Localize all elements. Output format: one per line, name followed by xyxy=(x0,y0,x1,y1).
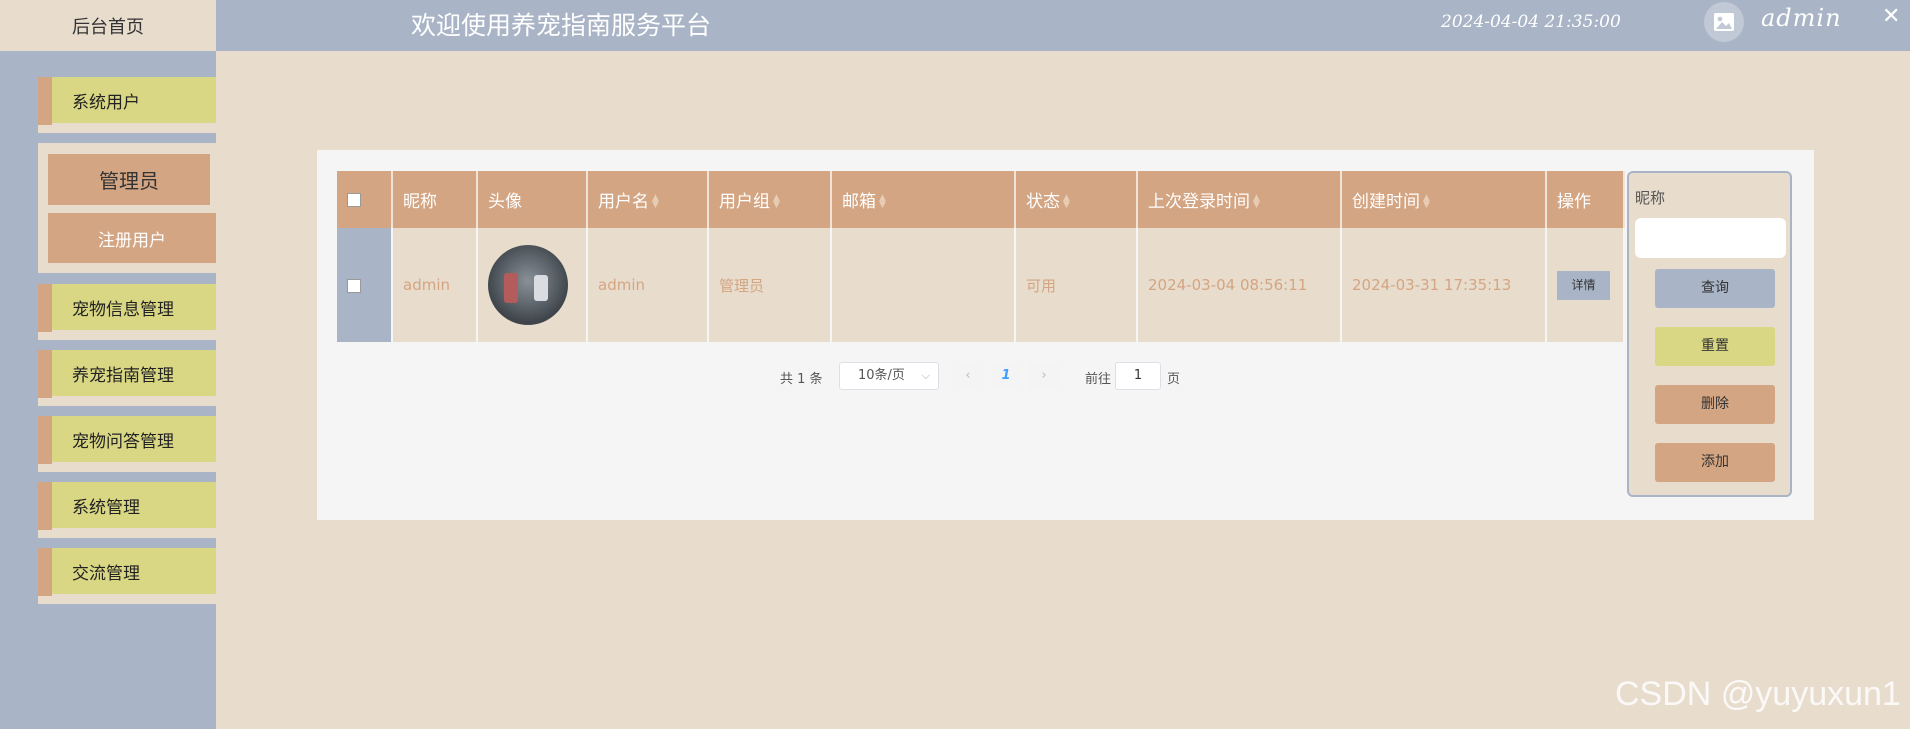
nickname-search-input[interactable] xyxy=(1635,218,1786,258)
cell-last-login: 2024-03-04 08:56:11 xyxy=(1137,228,1342,342)
cell-action: 详情 xyxy=(1546,228,1625,342)
column-header: 头像 xyxy=(477,171,588,228)
query-button[interactable]: 查询 xyxy=(1655,269,1775,308)
sidebar-item-label: 系统管理 xyxy=(52,482,216,528)
close-icon[interactable]: ✕ xyxy=(1882,4,1900,29)
column-header[interactable]: 用户名 ▲ ▼ xyxy=(587,171,709,228)
sidebar-item-system-users[interactable]: 系统用户 xyxy=(38,77,216,133)
sidebar-item-system-manage[interactable]: 系统管理 xyxy=(38,482,216,538)
sort-icon[interactable]: ▲ ▼ xyxy=(879,194,886,210)
sort-icon[interactable]: ▲ ▼ xyxy=(773,194,780,210)
home-link[interactable]: 后台首页 xyxy=(0,0,216,51)
sidebar-item-label: 系统用户 xyxy=(52,77,216,123)
column-header[interactable]: 用户组 ▲ ▼ xyxy=(708,171,832,228)
image-icon[interactable] xyxy=(1704,2,1744,42)
cell-avatar xyxy=(477,228,588,342)
top-bar: 欢迎使用养宠指南服务平台 2024-04-04 21:35:00 admin ✕ xyxy=(216,0,1910,51)
column-header[interactable]: 创建时间 ▲ ▼ xyxy=(1341,171,1547,228)
row-checkbox-cell xyxy=(337,228,393,342)
goto-page-input[interactable]: 1 xyxy=(1115,362,1161,390)
sidebar-item-label: 宠物问答管理 xyxy=(52,416,216,462)
sort-icon[interactable]: ▲ ▼ xyxy=(1423,194,1430,210)
watermark: CSDN @yuyuxun1 xyxy=(1615,675,1901,713)
sidebar-item-label: 交流管理 xyxy=(52,548,216,594)
delete-button[interactable]: 删除 xyxy=(1655,385,1775,424)
detail-button[interactable]: 详情 xyxy=(1557,270,1610,300)
column-header: 昵称 xyxy=(392,171,478,228)
cell-username: admin xyxy=(587,228,709,342)
chevron-down-icon: ⌵ xyxy=(921,369,930,382)
search-panel: 昵称 查询 重置 删除 添加 xyxy=(1627,171,1792,497)
prev-page-button[interactable]: ‹ xyxy=(953,362,983,390)
current-datetime: 2024-04-04 21:35:00 xyxy=(1441,12,1621,32)
page-number[interactable]: 1 xyxy=(991,362,1021,390)
goto-label: 前往 xyxy=(1085,372,1112,387)
content-panel: 昵称 头像 用户名 ▲ ▼ 用户组 ▲ ▼ 邮箱 ▲ ▼ 状态 ▲ ▼ 上次登录时间 ▲ ▼ 创建时… xyxy=(317,150,1814,520)
cell-email xyxy=(831,228,1016,342)
sidebar-subitem-admin[interactable]: 管理员 xyxy=(48,154,210,205)
add-button[interactable]: 添加 xyxy=(1655,443,1775,482)
nickname-label: 昵称 xyxy=(1635,189,1666,207)
sidebar-item-pet-info[interactable]: 宠物信息管理 xyxy=(38,284,216,340)
row-checkbox[interactable] xyxy=(347,278,361,293)
username[interactable]: admin xyxy=(1761,4,1842,32)
page-size-select[interactable]: 10条/页 ⌵ xyxy=(839,362,939,390)
column-header[interactable]: 状态 ▲ ▼ xyxy=(1015,171,1138,228)
cell-created: 2024-03-31 17:35:13 xyxy=(1341,228,1547,342)
pagination-total: 共 1 条 xyxy=(780,372,823,387)
sidebar-subitem-registered-users[interactable]: 注册用户 xyxy=(48,213,216,263)
page-suffix: 页 xyxy=(1167,372,1181,387)
sidebar-item-exchange-manage[interactable]: 交流管理 xyxy=(38,548,216,604)
table-row[interactable]: admin admin 管理员 可用 2024-03-04 08:56:11 2… xyxy=(337,228,1625,342)
pagination: 共 1 条 10条/页 ⌵ ‹ 1 › 前往 1 页 xyxy=(317,362,1814,392)
user-table: 昵称 头像 用户名 ▲ ▼ 用户组 ▲ ▼ 邮箱 ▲ ▼ 状态 ▲ ▼ 上次登录时间 ▲ ▼ 创建时… xyxy=(337,171,1625,342)
page-title: 欢迎使用养宠指南服务平台 xyxy=(411,11,712,40)
sidebar-item-label: 宠物信息管理 xyxy=(52,284,216,330)
sort-icon[interactable]: ▲ ▼ xyxy=(1063,194,1070,210)
select-all-checkbox[interactable] xyxy=(347,192,361,207)
cell-status: 可用 xyxy=(1015,228,1138,342)
column-header[interactable]: 上次登录时间 ▲ ▼ xyxy=(1137,171,1342,228)
cell-group: 管理员 xyxy=(708,228,832,342)
select-all-checkbox-cell xyxy=(337,171,393,228)
page-size-value: 10条/页 xyxy=(858,368,905,383)
sidebar-item-pet-guide[interactable]: 养宠指南管理 xyxy=(38,350,216,406)
sidebar-submenu: 管理员 注册用户 xyxy=(38,143,216,273)
sidebar-item-label: 养宠指南管理 xyxy=(52,350,216,396)
next-page-button[interactable]: › xyxy=(1029,362,1059,390)
avatar xyxy=(488,245,568,325)
column-header[interactable]: 邮箱 ▲ ▼ xyxy=(831,171,1016,228)
cell-nickname: admin xyxy=(392,228,478,342)
sort-icon[interactable]: ▲ ▼ xyxy=(652,194,659,210)
reset-button[interactable]: 重置 xyxy=(1655,327,1775,366)
sort-icon[interactable]: ▲ ▼ xyxy=(1253,194,1260,210)
sidebar-item-pet-qa[interactable]: 宠物问答管理 xyxy=(38,416,216,472)
column-header: 操作 xyxy=(1546,171,1625,228)
table-header-row: 昵称 头像 用户名 ▲ ▼ 用户组 ▲ ▼ 邮箱 ▲ ▼ 状态 ▲ ▼ 上次登录时间 ▲ ▼ 创建时… xyxy=(337,171,1625,228)
